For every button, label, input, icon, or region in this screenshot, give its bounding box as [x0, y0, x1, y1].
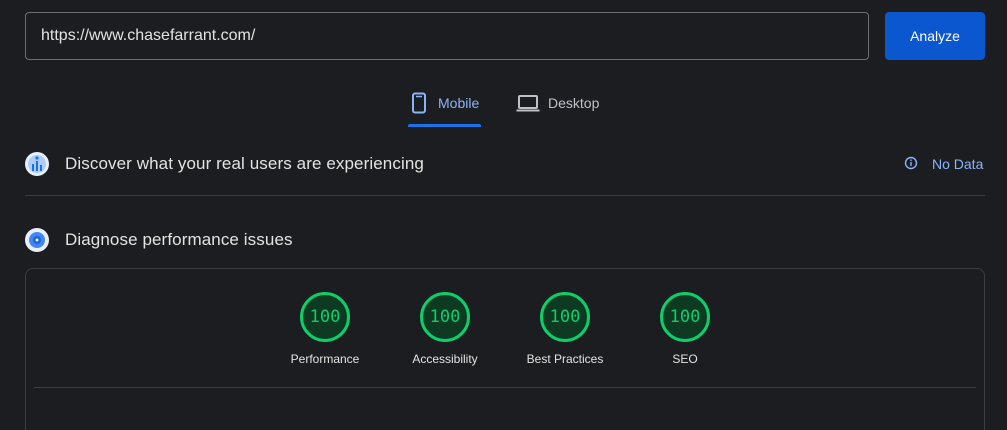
- score-value: 100: [660, 292, 710, 342]
- score-value: 100: [420, 292, 470, 342]
- score-label: Best Practices: [526, 352, 604, 366]
- tab-active-indicator: [408, 124, 481, 127]
- field-data-icon: [25, 152, 49, 176]
- field-data-title: Discover what your real users are experi…: [65, 154, 424, 173]
- score-label: Performance: [290, 352, 360, 366]
- tab-mobile-label: Mobile: [438, 95, 480, 111]
- tab-desktop-label: Desktop: [548, 95, 600, 111]
- score-gauge-performance[interactable]: 100 Performance: [255, 292, 395, 372]
- score-gauge-best-practices[interactable]: 100 Best Practices: [495, 292, 635, 372]
- score-value: 100: [300, 292, 350, 342]
- no-data-label: No Data: [932, 156, 984, 172]
- score-label: Accessibility: [412, 352, 478, 366]
- tab-desktop[interactable]: Desktop: [516, 88, 599, 128]
- score-label: SEO: [672, 352, 698, 366]
- analyze-button[interactable]: Analyze: [885, 12, 985, 60]
- pagespeed-page: Analyze Mobile Desktop D: [0, 0, 1007, 430]
- score-gauge-accessibility[interactable]: 100 Accessibility: [375, 292, 515, 372]
- phone-icon: [408, 88, 430, 114]
- field-data-status[interactable]: No Data: [904, 154, 983, 174]
- section-divider: [25, 195, 985, 196]
- url-input[interactable]: [25, 12, 869, 60]
- score-gauge-seo[interactable]: 100 SEO: [615, 292, 755, 372]
- info-icon: [904, 156, 918, 173]
- lab-data-title: Diagnose performance issues: [65, 230, 293, 249]
- laptop-icon: [516, 88, 540, 114]
- score-value: 100: [540, 292, 590, 342]
- scores-divider: [34, 387, 976, 388]
- lab-data-icon: [25, 228, 49, 252]
- tab-mobile[interactable]: Mobile: [408, 88, 479, 128]
